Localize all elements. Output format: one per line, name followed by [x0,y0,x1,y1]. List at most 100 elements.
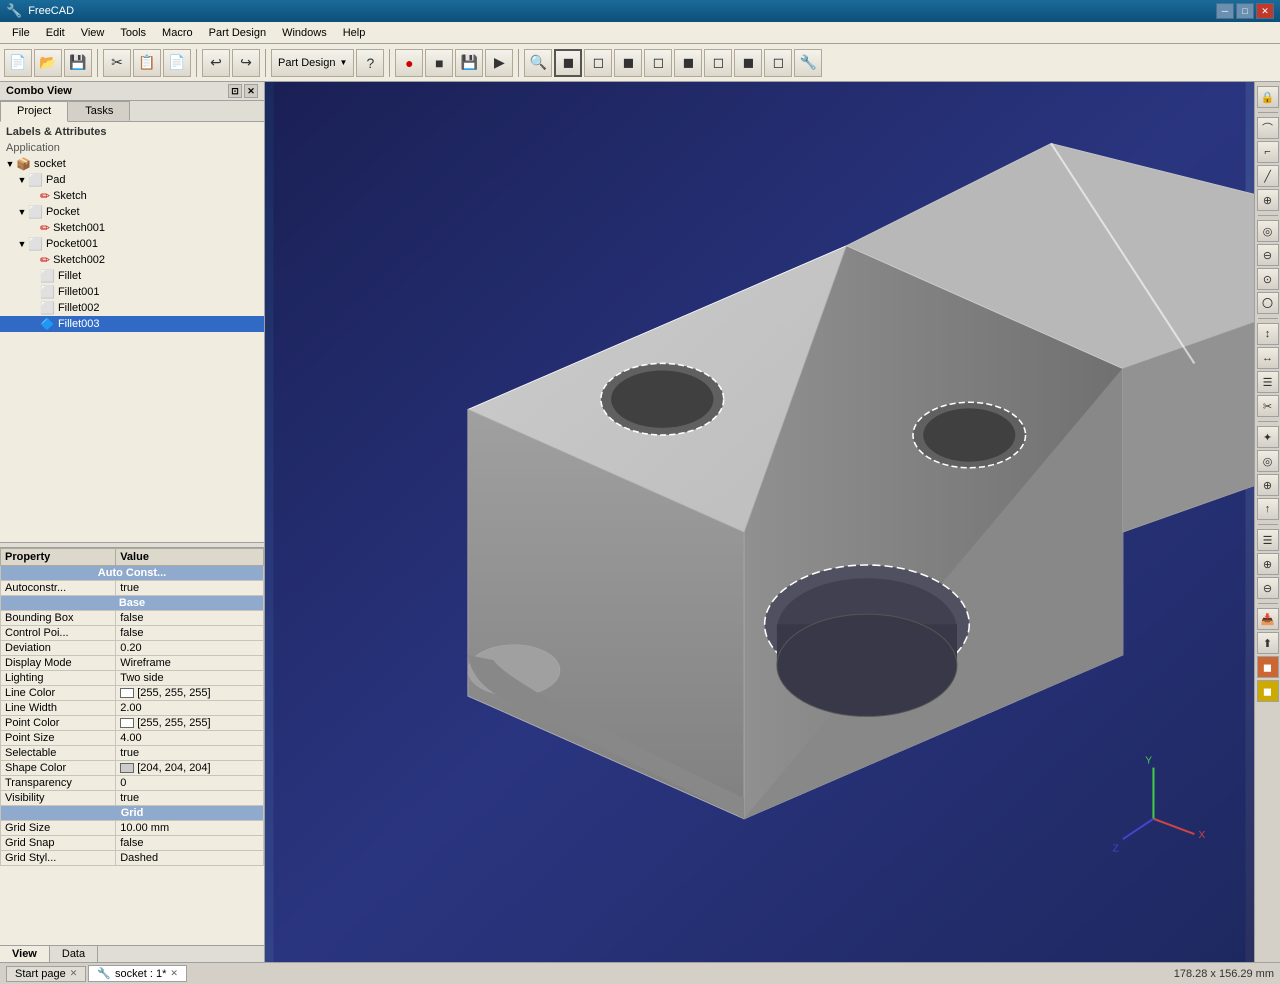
prop-row[interactable]: LightingTwo side [1,671,264,686]
menu-partdesign[interactable]: Part Design [201,25,274,41]
tb-play[interactable]: ▶ [485,49,513,77]
tb-iso[interactable]: ◻ [764,49,792,77]
tb-stop[interactable]: ■ [425,49,453,77]
rt-btn21[interactable]: 📥 [1257,608,1279,630]
tb-save2[interactable]: 💾 [455,49,483,77]
rt-btn3[interactable]: ⌐ [1257,141,1279,163]
tb-bottom[interactable]: ◻ [704,49,732,77]
tab-data[interactable]: Data [50,946,98,962]
menu-edit[interactable]: Edit [38,25,73,41]
tb-open[interactable]: 📂 [34,49,62,77]
tb-paste[interactable]: 📄 [163,49,191,77]
prop-row[interactable]: Transparency0 [1,776,264,791]
tree-item-sketch001[interactable]: ✏ Sketch001 [0,220,264,236]
tree-item-fillet002[interactable]: ⬜ Fillet002 [0,300,264,316]
rt-btn6[interactable]: ◎ [1257,220,1279,242]
rt-btn12[interactable]: ☰ [1257,371,1279,393]
tree-area[interactable]: ▼ 📦 socket ▼ ⬜ Pad ✏ Sketch ▼ [0,156,264,542]
tb-cut[interactable]: ✂ [103,49,131,77]
rt-btn18[interactable]: ☰ [1257,529,1279,551]
prop-row[interactable]: Line Color[255, 255, 255] [1,686,264,701]
rt-btn11[interactable]: ↔ [1257,347,1279,369]
rt-btn15[interactable]: ◎ [1257,450,1279,472]
combo-float-button[interactable]: ⊡ [228,84,242,98]
tb-left[interactable]: ◼ [734,49,762,77]
rt-btn4[interactable]: ╱ [1257,165,1279,187]
tb-top[interactable]: ◼ [614,49,642,77]
tree-item-sketch002[interactable]: ✏ Sketch002 [0,252,264,268]
tab-start-page[interactable]: Start page ✕ [6,966,86,982]
tb-workbench[interactable]: Part Design ▼ [271,49,354,77]
tree-item-pocket[interactable]: ▼ ⬜ Pocket [0,204,264,220]
tree-item-pad[interactable]: ▼ ⬜ Pad [0,172,264,188]
tb-new[interactable]: 📄 [4,49,32,77]
tb-rear[interactable]: ◼ [674,49,702,77]
rt-btn23[interactable]: ◼ [1257,656,1279,678]
rt-btn10[interactable]: ↕ [1257,323,1279,345]
prop-row[interactable]: Grid Size10.00 mm [1,821,264,836]
rt-btn20[interactable]: ⊖ [1257,577,1279,599]
rt-btn2[interactable]: ⌒ [1257,117,1279,139]
menu-view[interactable]: View [73,25,113,41]
tb-measure[interactable]: 🔧 [794,49,822,77]
tree-item-socket[interactable]: ▼ 📦 socket [0,156,264,172]
menu-macro[interactable]: Macro [154,25,201,41]
rt-btn16[interactable]: ⊕ [1257,474,1279,496]
prop-row[interactable]: Selectabletrue [1,746,264,761]
tree-item-fillet001[interactable]: ⬜ Fillet001 [0,284,264,300]
tree-item-fillet[interactable]: ⬜ Fillet [0,268,264,284]
menu-tools[interactable]: Tools [112,25,154,41]
rt-btn13[interactable]: ✂ [1257,395,1279,417]
minimize-button[interactable]: ─ [1216,3,1234,19]
viewport[interactable]: X Y Z [265,82,1254,962]
prop-row[interactable]: Point Size4.00 [1,731,264,746]
rt-lock[interactable]: 🔒 [1257,86,1279,108]
tab-project[interactable]: Project [0,101,68,122]
prop-row[interactable]: Point Color[255, 255, 255] [1,716,264,731]
tab-view[interactable]: View [0,946,50,962]
prop-row[interactable]: Control Poi...false [1,626,264,641]
tb-zoom[interactable]: 🔍 [524,49,552,77]
menu-file[interactable]: File [4,25,38,41]
tab-socket[interactable]: 🔧 socket : 1* ✕ [88,965,187,982]
tab-socket-close[interactable]: ✕ [170,968,178,979]
prop-row[interactable]: Grid Snapfalse [1,836,264,851]
tab-start-close[interactable]: ✕ [70,968,78,979]
tb-front[interactable]: ◻ [584,49,612,77]
tb-home[interactable]: ◼ [554,49,582,77]
prop-row[interactable]: Deviation0.20 [1,641,264,656]
tb-save[interactable]: 💾 [64,49,92,77]
prop-row[interactable]: Bounding Boxfalse [1,611,264,626]
tb-redo[interactable]: ↪ [232,49,260,77]
prop-row[interactable]: Display ModeWireframe [1,656,264,671]
tree-item-pocket001[interactable]: ▼ ⬜ Pocket001 [0,236,264,252]
rt-btn17[interactable]: ↑ [1257,498,1279,520]
tb-right[interactable]: ◻ [644,49,672,77]
rt-btn5[interactable]: ⊕ [1257,189,1279,211]
combo-close-button[interactable]: ✕ [244,84,258,98]
prop-row[interactable]: Autoconstr...true [1,581,264,596]
tb-record[interactable]: ● [395,49,423,77]
tb-copy[interactable]: 📋 [133,49,161,77]
rt-btn22[interactable]: ⬆ [1257,632,1279,654]
rt-btn8[interactable]: ⊙ [1257,268,1279,290]
menu-windows[interactable]: Windows [274,25,335,41]
maximize-button[interactable]: □ [1236,3,1254,19]
rt-btn24[interactable]: ◼ [1257,680,1279,702]
rt-btn9[interactable]: 〇 [1257,292,1279,314]
tb-help[interactable]: ? [356,49,384,77]
prop-row[interactable]: Line Width2.00 [1,701,264,716]
rt-btn19[interactable]: ⊕ [1257,553,1279,575]
prop-row[interactable]: Shape Color[204, 204, 204] [1,761,264,776]
rt-btn14[interactable]: ✦ [1257,426,1279,448]
prop-row[interactable]: Visibilitytrue [1,791,264,806]
tab-tasks[interactable]: Tasks [68,101,130,121]
tree-item-sketch[interactable]: ✏ Sketch [0,188,264,204]
close-button[interactable]: ✕ [1256,3,1274,19]
property-scroll[interactable]: Property Value Auto Const...Autoconstr..… [0,548,264,945]
prop-row[interactable]: Grid Styl...Dashed [1,851,264,866]
rt-btn7[interactable]: ⊖ [1257,244,1279,266]
tb-undo[interactable]: ↩ [202,49,230,77]
menu-help[interactable]: Help [335,25,374,41]
tree-item-fillet003[interactable]: 🔷 Fillet003 [0,316,264,332]
